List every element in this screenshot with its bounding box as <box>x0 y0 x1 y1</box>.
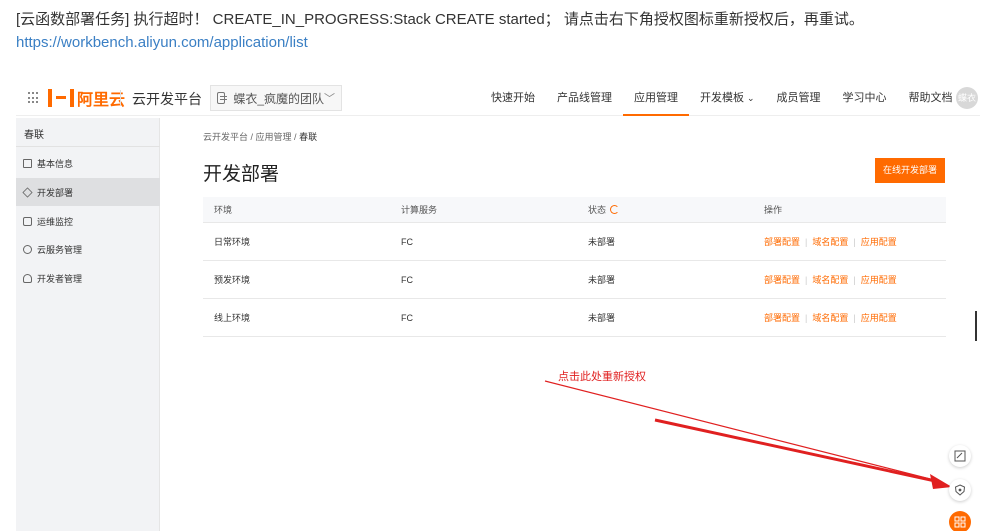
actions-cell: 部署配置 | 域名配置 | 应用配置 <box>753 273 946 286</box>
refresh-icon[interactable] <box>610 205 620 214</box>
sidebar-item-developers[interactable]: 开发者管理 <box>16 264 160 292</box>
status-cell: 未部署 <box>588 237 616 247</box>
sidebar-item-label: 云服务管理 <box>37 244 83 255</box>
env-cell: 日常环境 <box>214 237 251 247</box>
sidebar-divider <box>16 146 160 147</box>
domain-config-link[interactable]: 域名配置 <box>812 275 848 285</box>
cube-icon <box>22 186 33 198</box>
app-config-link[interactable]: 应用配置 <box>861 275 897 285</box>
breadcrumb-item[interactable]: 云开发平台 <box>203 132 248 142</box>
deploy-config-link[interactable]: 部署配置 <box>764 313 800 323</box>
header-divider <box>120 90 121 106</box>
action-separator: | <box>853 275 856 285</box>
chevron-down-icon: ﹀ <box>324 93 335 105</box>
team-icon <box>217 92 228 104</box>
grid-icon <box>954 516 966 528</box>
environment-table: 环境 计算服务 状态 操作 日常环境 FC 未部署 部署配置 | 域名配置 | 应用配置… <box>203 197 946 337</box>
breadcrumb-current: 春联 <box>299 132 318 142</box>
sidebar-item-basic-info[interactable]: 基本信息 <box>16 149 160 177</box>
apps-float-button[interactable] <box>949 511 971 531</box>
app-config-link[interactable]: 应用配置 <box>861 237 897 247</box>
action-separator: | <box>853 237 856 247</box>
aliyun-logo-mark-icon <box>48 89 74 107</box>
domain-config-link[interactable]: 域名配置 <box>812 237 848 247</box>
sidebar-item-dev-deploy[interactable]: 开发部署 <box>16 178 160 206</box>
table-header: 环境 计算服务 状态 操作 <box>203 197 946 223</box>
column-header: 计算服务 <box>401 205 438 215</box>
service-cell: FC <box>401 236 413 247</box>
task-error-message: [云函数部署任务] 执行超时！ CREATE_IN_PROGRESS:Stack… <box>16 11 864 28</box>
nav-dev-templates[interactable]: 开发模板 ⌄ <box>689 80 766 116</box>
deploy-config-link[interactable]: 部署配置 <box>764 237 800 247</box>
apps-grid-icon[interactable] <box>28 92 40 104</box>
service-cell: FC <box>401 274 413 285</box>
breadcrumb-item[interactable]: 应用管理 <box>256 132 292 142</box>
avatar[interactable]: 蝶衣 <box>956 87 978 109</box>
online-deploy-button[interactable]: 在线开发部署 <box>875 158 945 183</box>
nav-help-docs[interactable]: 帮助文档 <box>898 80 964 116</box>
chevron-down-icon: ⌄ <box>747 93 755 103</box>
breadcrumb: 云开发平台 / 应用管理 / 春联 <box>203 132 318 142</box>
action-separator: | <box>853 313 856 323</box>
nav-quick-start[interactable]: 快速开始 <box>480 80 546 116</box>
aliyun-logo[interactable]: 阿里云 <box>48 86 125 110</box>
app-header: 阿里云 云开发平台 蝶衣_疯魔的团队 ﹀ 快速开始 产品线管理 应用管理 开发模… <box>16 80 980 116</box>
domain-config-link[interactable]: 域名配置 <box>812 313 848 323</box>
user-icon <box>23 273 32 283</box>
nav-members[interactable]: 成员管理 <box>766 80 832 116</box>
deploy-config-link[interactable]: 部署配置 <box>764 275 800 285</box>
sidebar-item-ops-monitor[interactable]: 运维监控 <box>16 207 160 235</box>
page-title: 开发部署 <box>203 164 280 185</box>
table-row: 线上环境 FC 未部署 部署配置 | 域名配置 | 应用配置 <box>203 299 946 337</box>
status-cell: 未部署 <box>588 275 616 285</box>
application-list-link[interactable]: https://workbench.aliyun.com/application… <box>16 34 308 51</box>
column-header-status: 状态 <box>577 203 753 216</box>
platform-name[interactable]: 云开发平台 <box>132 89 202 109</box>
cloud-service-icon <box>23 244 32 254</box>
feedback-float-button[interactable] <box>949 445 971 467</box>
document-icon <box>23 158 32 168</box>
action-separator: | <box>805 237 808 247</box>
shield-icon <box>954 484 966 496</box>
column-header: 操作 <box>764 205 783 215</box>
edit-doc-icon <box>954 450 966 462</box>
service-cell: FC <box>401 312 413 323</box>
env-cell: 线上环境 <box>214 313 251 323</box>
sidebar-item-label: 开发者管理 <box>37 273 83 284</box>
sidebar-item-label: 开发部署 <box>37 187 74 198</box>
sidebar-item-label: 基本信息 <box>37 158 74 169</box>
table-row: 预发环境 FC 未部署 部署配置 | 域名配置 | 应用配置 <box>203 261 946 299</box>
nav-product-line[interactable]: 产品线管理 <box>546 80 623 116</box>
nav-dev-templates-label: 开发模板 <box>700 92 744 104</box>
app-config-link[interactable]: 应用配置 <box>861 313 897 323</box>
logo-text: 阿里云 <box>77 92 126 109</box>
table-row: 日常环境 FC 未部署 部署配置 | 域名配置 | 应用配置 <box>203 223 946 261</box>
action-separator: | <box>805 313 808 323</box>
sidebar: 春联 基本信息 开发部署 运维监控 云服务管理 开发者管理 <box>16 118 160 531</box>
scrollbar-thumb[interactable] <box>975 311 977 341</box>
column-header: 状态 <box>588 205 607 215</box>
team-select[interactable]: 蝶衣_疯魔的团队 ﹀ <box>210 85 342 111</box>
nav-app-management[interactable]: 应用管理 <box>623 80 689 116</box>
sidebar-item-cloud-services[interactable]: 云服务管理 <box>16 235 160 263</box>
team-name: 蝶衣_疯魔的团队 <box>233 91 324 106</box>
nav-learning[interactable]: 学习中心 <box>832 80 898 116</box>
action-separator: | <box>805 275 808 285</box>
column-header: 环境 <box>214 205 233 215</box>
status-cell: 未部署 <box>588 313 616 323</box>
reauthorize-hint: 点击此处重新授权 <box>558 371 646 383</box>
monitor-icon <box>23 216 32 226</box>
sidebar-item-label: 运维监控 <box>37 216 74 227</box>
actions-cell: 部署配置 | 域名配置 | 应用配置 <box>753 311 946 324</box>
top-nav: 快速开始 产品线管理 应用管理 开发模板 ⌄ 成员管理 学习中心 帮助文档 <box>480 80 964 116</box>
actions-cell: 部署配置 | 域名配置 | 应用配置 <box>753 235 946 248</box>
env-cell: 预发环境 <box>214 275 251 285</box>
sidebar-app-title: 春联 <box>24 130 44 141</box>
reauthorize-float-button[interactable] <box>949 479 971 501</box>
